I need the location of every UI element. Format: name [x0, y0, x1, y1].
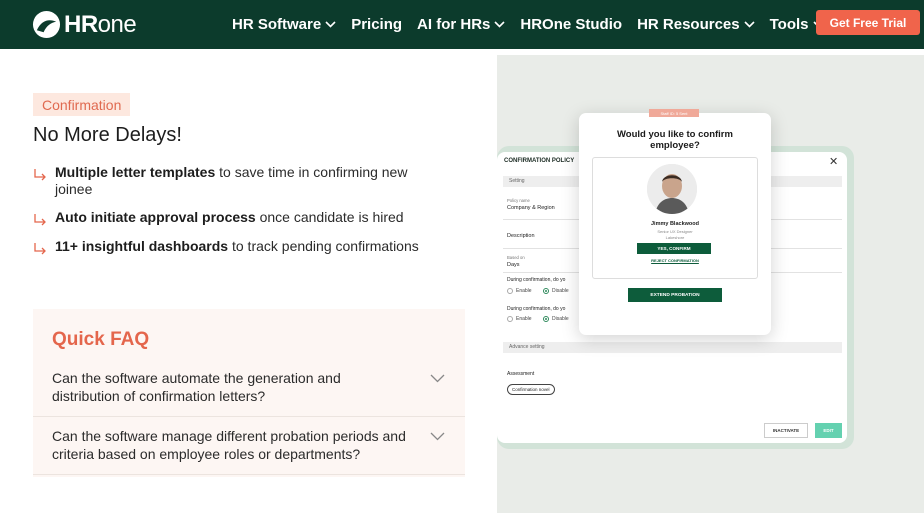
get-free-trial-button[interactable]: Get Free Trial: [816, 10, 920, 35]
faq-question: Can the software automate the generation…: [52, 370, 341, 404]
faq-question: Can the software manage different probat…: [52, 428, 406, 462]
enable-radio[interactable]: [507, 288, 513, 294]
section-headline: No More Delays!: [33, 124, 182, 146]
advance-setting-bar: [503, 342, 842, 353]
feature-bold: 11+ insightful dashboards: [55, 238, 229, 254]
avatar: [647, 164, 697, 214]
faq-title: Quick FAQ: [52, 329, 150, 350]
chevron-down-icon[interactable]: [430, 374, 445, 383]
employee-location: Lakeshore: [665, 235, 685, 240]
nav-tools-label: Tools: [769, 16, 809, 33]
inactivate-button[interactable]: INACTIVATE: [764, 423, 808, 438]
faq-item[interactable]: Can the software automate the generation…: [33, 359, 465, 417]
during-confirmation-label: During confirmation, do yo: [507, 277, 566, 283]
chevron-down-icon: [744, 21, 755, 28]
arrow-return-icon: [34, 169, 46, 181]
enable-option-label: Enable: [516, 288, 532, 294]
panel-title: CONFIRMATION POLICY: [504, 158, 575, 164]
nav-ai-for-hrs[interactable]: AI for HRs: [417, 16, 505, 33]
nav-pricing[interactable]: Pricing: [351, 16, 402, 33]
enable-option-label: Enable: [516, 316, 532, 322]
nav-hrone-studio-label: HROne Studio: [520, 16, 623, 33]
hrone-logo-icon: [32, 10, 61, 39]
based-on-label: Based on: [507, 255, 525, 260]
nav-hr-resources[interactable]: HR Resources: [637, 16, 755, 33]
nav-menu: HR Software Pricing AI for HRs HROne Stu…: [232, 0, 839, 49]
feature-text: once candidate is hired: [255, 209, 404, 225]
feature-item: Multiple letter templates to save time i…: [33, 164, 423, 198]
nav-hr-software[interactable]: HR Software: [232, 16, 336, 33]
disable-radio[interactable]: [543, 288, 549, 294]
enable-radio[interactable]: [507, 316, 513, 322]
disable-radio[interactable]: [543, 316, 549, 322]
nav-hrone-studio[interactable]: HROne Studio: [520, 16, 622, 33]
setting-label: Setting: [509, 178, 525, 184]
arrow-return-icon: [34, 243, 46, 255]
chevron-down-icon[interactable]: [430, 432, 445, 441]
nav-hr-resources-label: HR Resources: [637, 16, 740, 33]
nav-ai-for-hrs-label: AI for HRs: [417, 16, 491, 33]
arrow-return-icon: [34, 214, 46, 226]
disable-option-label: Disable: [552, 316, 569, 322]
chevron-down-icon: [325, 21, 336, 28]
feature-bold: Multiple letter templates: [55, 164, 216, 180]
feature-list: Multiple letter templates to save time i…: [33, 164, 423, 267]
policy-name-value: Company & Region: [507, 205, 555, 211]
employee-role: Senior UX Designer: [657, 229, 693, 234]
during-confirmation-label: During confirmation, do yo: [507, 306, 566, 312]
nav-pricing-label: Pricing: [351, 16, 403, 33]
logo-text-bold: HR: [64, 10, 98, 38]
logo-text-light: one: [97, 10, 137, 38]
section-tag: Confirmation: [33, 93, 131, 116]
chevron-down-icon: [494, 21, 505, 28]
yes-confirm-button[interactable]: YES, CONFIRM: [637, 243, 711, 254]
modal-badge: Staff ID: 5 Sent: [649, 109, 699, 117]
top-navbar: HRone HR Software Pricing AI for HRs HRO…: [0, 0, 924, 49]
assessment-pill[interactable]: Confirmation novel: [507, 384, 555, 395]
person-avatar-icon: [647, 164, 697, 214]
policy-name-label: Policy name: [507, 198, 530, 203]
disable-option-label: Disable: [552, 288, 569, 294]
modal-title: Would you like to confirm employee?: [617, 129, 733, 151]
employee-name: Jimmy Blackwood: [651, 221, 699, 227]
reject-confirmation-link[interactable]: REJECT CONFIRMATION: [592, 258, 758, 263]
nav-hr-software-label: HR Software: [232, 16, 322, 33]
feature-bold: Auto initiate approval process: [55, 209, 256, 225]
description-label: Description: [507, 233, 535, 239]
extend-probation-button[interactable]: EXTEND PROBATION: [628, 288, 722, 302]
faq-item[interactable]: Can the software manage different probat…: [33, 417, 465, 475]
close-icon[interactable]: ✕: [829, 155, 838, 168]
feature-item: 11+ insightful dashboards to track pendi…: [33, 238, 423, 256]
edit-button[interactable]: EDIT: [815, 423, 842, 438]
quick-faq-section: Quick FAQ Can the software automate the …: [33, 309, 465, 477]
assessment-label: Assessment: [507, 371, 535, 377]
advance-setting-label: Advance setting: [509, 344, 545, 350]
feature-item: Auto initiate approval process once cand…: [33, 209, 423, 227]
based-on-value: Days: [507, 262, 520, 268]
hrone-logo[interactable]: HRone: [32, 10, 137, 39]
feature-text: to track pending confirmations: [228, 238, 419, 254]
